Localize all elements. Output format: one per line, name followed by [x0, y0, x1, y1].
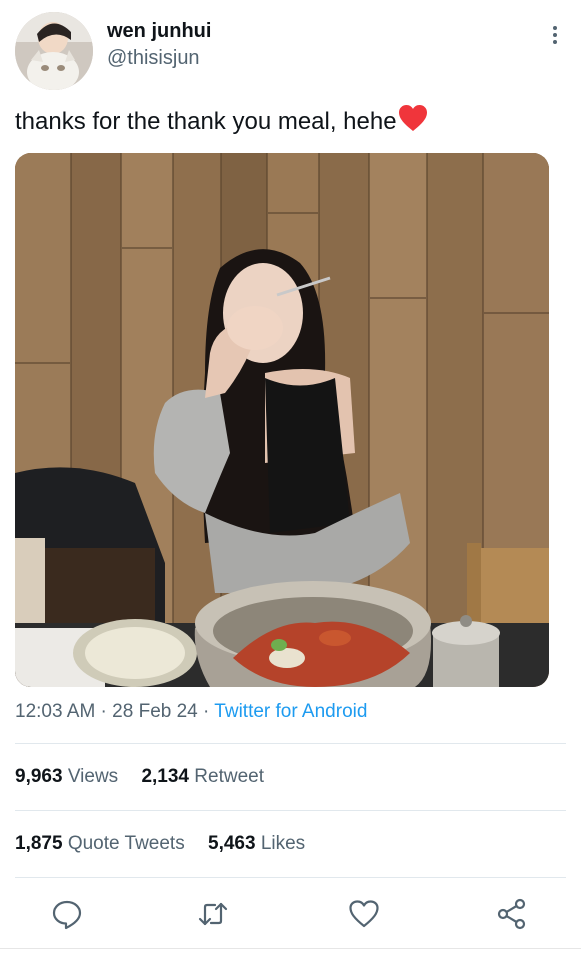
likes-count: 5,463: [208, 833, 256, 854]
quotes-label: Quote Tweets: [67, 833, 185, 854]
retweets-stat[interactable]: 2,134 Retweet: [141, 766, 264, 787]
avatar-image: [15, 12, 93, 90]
tweet-time: 12:03 AM: [15, 701, 96, 722]
likes-stat[interactable]: 5,463 Likes: [208, 833, 305, 854]
quote-tweets-stat[interactable]: 1,875 Quote Tweets: [15, 833, 185, 854]
likes-label: Likes: [260, 833, 306, 854]
tweet-photo[interactable]: [15, 153, 549, 687]
meta-separator: ·: [95, 701, 113, 722]
like-icon[interactable]: [348, 898, 380, 930]
display-name[interactable]: wen junhui: [107, 18, 211, 44]
avatar[interactable]: [15, 12, 93, 90]
retweets-label: Retweet: [194, 766, 264, 787]
views-count: 9,963: [15, 766, 63, 787]
retweet-icon[interactable]: [197, 898, 229, 930]
photo-woman-laughing-at-restaurant: [15, 153, 549, 687]
divider: [15, 810, 566, 811]
quotes-count: 1,875: [15, 833, 63, 854]
divider: [15, 877, 566, 878]
tweet-header: wen junhui @thisisjun: [15, 12, 566, 92]
user-handle[interactable]: @thisisjun: [107, 44, 211, 72]
views-label: Views: [67, 766, 119, 787]
stats-row-1: 9,963 Views 2,134 Retweet: [15, 766, 282, 788]
stats-row-2: 1,875 Quote Tweets 5,463 Likes: [15, 833, 323, 855]
tweet-date: 28 Feb 24: [112, 701, 198, 722]
tweet-source-link[interactable]: Twitter for Android: [214, 701, 367, 722]
tweet-text: thanks for the thank you meal, hehe: [15, 104, 428, 141]
meta-separator: ·: [197, 701, 215, 722]
tweet-meta: 12:03 AM · 28 Feb 24 · Twitter for Andro…: [15, 701, 367, 723]
divider: [15, 743, 566, 744]
action-bar: [0, 890, 581, 936]
author-names: wen junhui @thisisjun: [107, 18, 211, 72]
bottom-divider: [0, 948, 581, 949]
red-heart-emoji: [398, 104, 428, 141]
share-icon[interactable]: [496, 898, 528, 930]
views-stat[interactable]: 9,963 Views: [15, 766, 118, 787]
retweets-count: 2,134: [141, 766, 189, 787]
tweet-body: thanks for the thank you meal, hehe: [15, 108, 397, 135]
reply-icon[interactable]: [51, 898, 83, 930]
more-options-icon[interactable]: [550, 26, 560, 48]
